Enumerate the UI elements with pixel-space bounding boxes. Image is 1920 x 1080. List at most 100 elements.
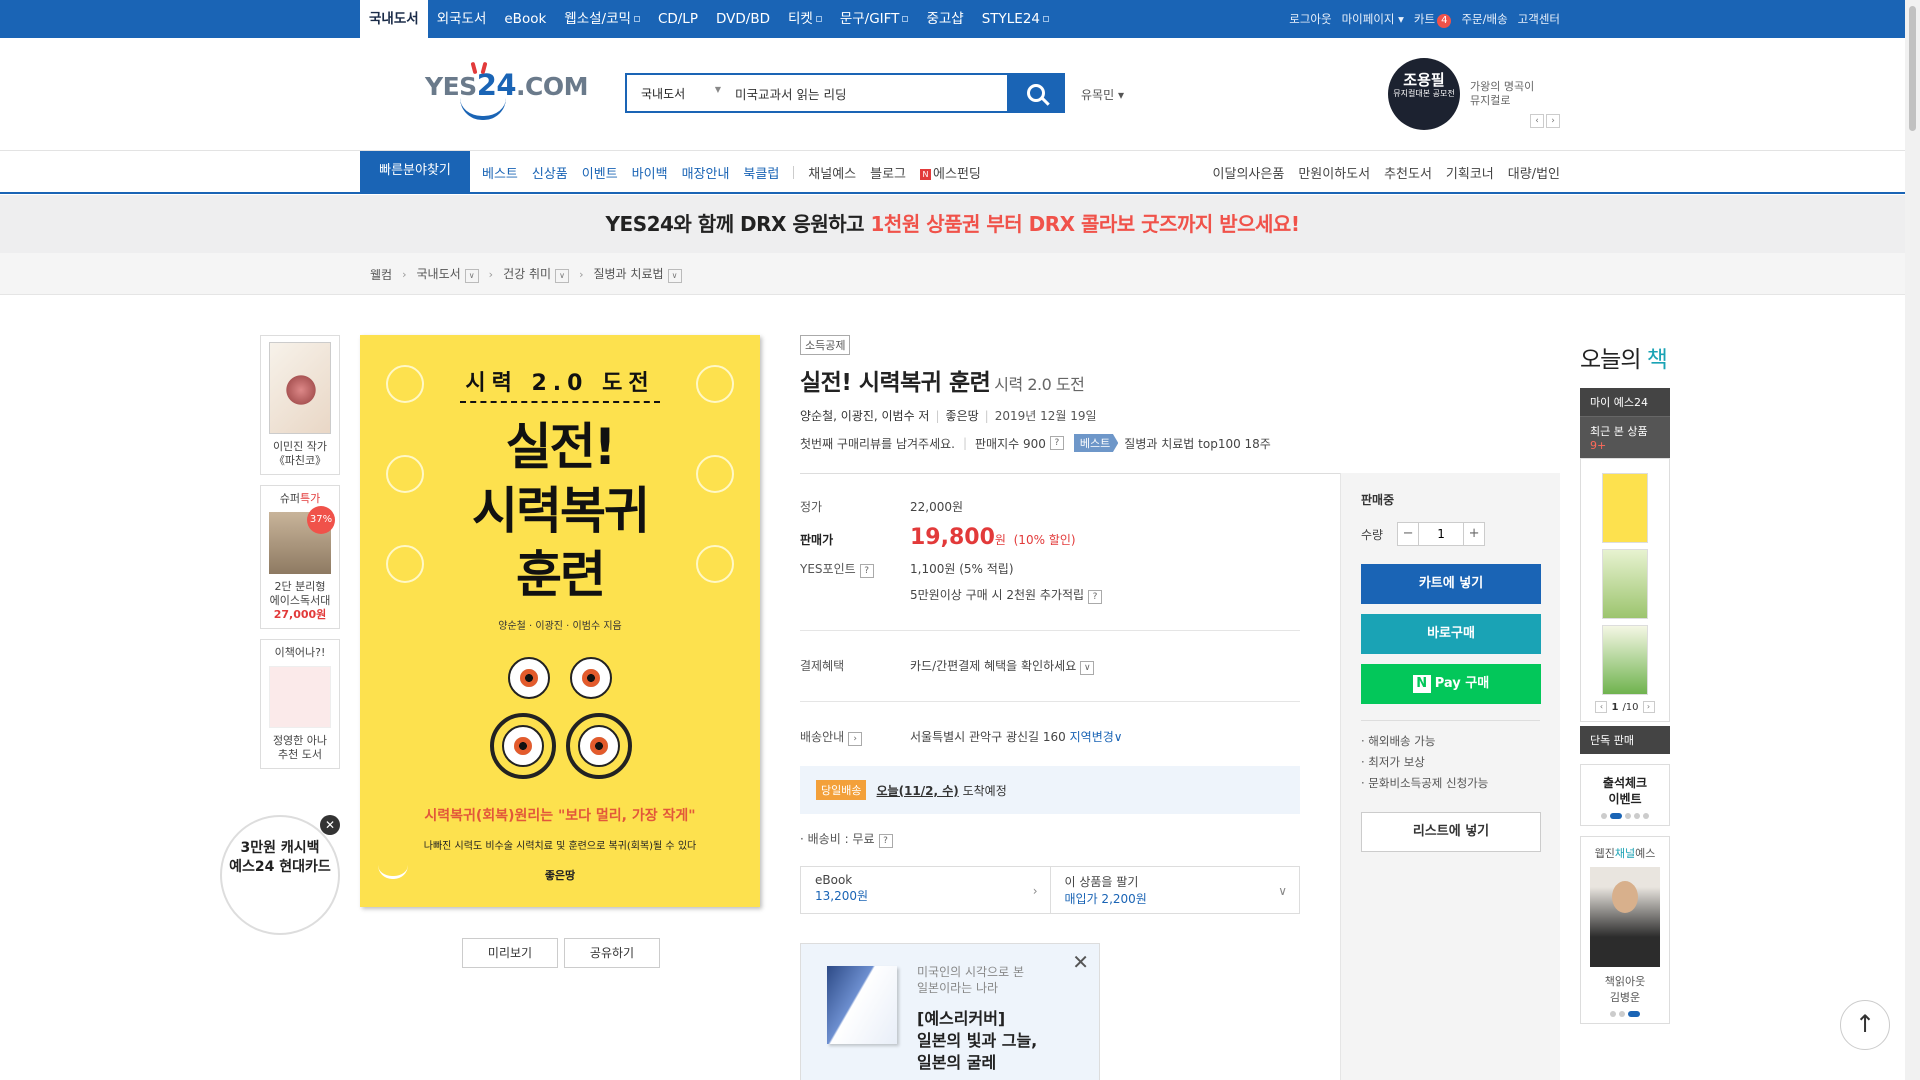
side-card-super-deal[interactable]: 슈퍼특가 37% 2단 분리형 에이스독서대 27,000원 [260, 485, 340, 629]
carousel-dot[interactable] [1634, 813, 1640, 819]
top-nav-cd-lp[interactable]: CD/LP [649, 0, 707, 38]
carousel-dot[interactable] [1601, 813, 1607, 819]
attendance-event-card[interactable]: 출석체크 이벤트 [1580, 764, 1670, 826]
chevron-down-icon[interactable]: ∨ [667, 269, 682, 283]
side-card-recommend[interactable]: 이책어나?! 정영한 아나 추천 도서 [260, 639, 340, 769]
carousel-dot[interactable] [1625, 813, 1631, 819]
top-nav-ticket[interactable]: 티켓 [779, 0, 831, 38]
breadcrumb-korean-books[interactable]: 국내도서 ∨ [417, 265, 479, 283]
help-icon[interactable]: ? [878, 834, 893, 848]
nav-event[interactable]: 이벤트 [582, 163, 618, 182]
cashback-card-ad[interactable]: ✕ 3만원 캐시백 예스24 현대카드 [220, 815, 340, 935]
recent-book-thumb[interactable] [1602, 473, 1648, 543]
page-scrollbar[interactable] [1905, 0, 1920, 1080]
recent-book-thumb[interactable] [1602, 625, 1648, 695]
add-to-cart-button[interactable]: 카트에 넣기 [1361, 564, 1541, 604]
nav-special-corner[interactable]: 기획코너 [1446, 163, 1494, 182]
region-change-link[interactable]: 지역변경 [1070, 730, 1114, 744]
plus-icon[interactable]: + [1464, 523, 1484, 545]
promo-circle-banner[interactable]: 조용필 뮤지컬대본 공모전 [1388, 58, 1460, 130]
webzine-card[interactable]: 웹진채널예스 책읽아웃 김병운 [1580, 836, 1670, 1024]
my-yes24-link[interactable]: 마이 예스24 [1580, 388, 1670, 417]
recent-book-thumb[interactable] [1602, 549, 1648, 619]
quantity-input[interactable] [1418, 523, 1465, 545]
arrival-date[interactable]: 오늘(11/2, 수) [876, 782, 958, 799]
share-button[interactable]: 공유하기 [564, 938, 660, 968]
review-link[interactable]: 첫번째 구매리뷰를 남겨주세요. [800, 435, 955, 452]
chevron-down-icon[interactable]: ∨ [555, 269, 570, 283]
side-card-pachinko[interactable]: 이민진 작가 《파친코》 [260, 335, 340, 475]
scrollbar-thumb[interactable] [1909, 6, 1916, 131]
chevron-right-icon[interactable]: › [848, 732, 863, 746]
breadcrumb-health-hobby[interactable]: 건강 취미 ∨ [503, 265, 570, 283]
customer-center-link[interactable]: 고객센터 [1518, 11, 1560, 27]
top-nav-korean-books[interactable]: 국내도서 [360, 0, 428, 38]
carousel-dot[interactable] [1610, 813, 1622, 819]
breadcrumb-home[interactable]: 웰컴 [370, 266, 392, 283]
carousel-dot[interactable] [1610, 1011, 1616, 1017]
next-arrow-icon[interactable]: › [1546, 114, 1560, 128]
prev-arrow-icon[interactable]: ‹ [1595, 701, 1608, 713]
nav-blog[interactable]: 블로그 [870, 163, 906, 182]
quick-category-button[interactable]: 빠른분야찾기 [360, 151, 470, 194]
todays-book-title[interactable]: 오늘의 책 [1580, 340, 1670, 374]
search-category-select[interactable]: 국내도서 ▼ [627, 85, 735, 102]
nav-recommended[interactable]: 추천도서 [1384, 163, 1432, 182]
nav-gift-of-month[interactable]: 이달의사은품 [1213, 163, 1285, 182]
top-nav-gift[interactable]: 문구/GIFT [831, 0, 918, 38]
nav-buyback[interactable]: 바이백 [632, 163, 668, 182]
top-nav-style24[interactable]: STYLE24 [973, 0, 1058, 38]
user-menu[interactable]: 유목민 ▾ [1081, 86, 1124, 103]
nav-best[interactable]: 베스트 [482, 163, 518, 182]
product-publisher[interactable]: 좋은땅 [946, 409, 979, 423]
benefit-link[interactable]: 카드/간편결제 혜택을 확인하세요 ∨ [910, 657, 1340, 675]
search-input[interactable] [735, 85, 1007, 101]
cart-link[interactable]: 카트 4 [1414, 11, 1452, 28]
event-banner[interactable]: YES24와 함께 DRX 응원하고 1천원 상품권 부터 DRX 콜라보 굿즈… [0, 195, 1905, 253]
mypage-link[interactable]: 마이페이지 ▾ [1342, 11, 1404, 27]
search-button[interactable] [1007, 73, 1065, 113]
help-icon[interactable]: ? [859, 564, 874, 578]
ebook-option[interactable]: eBook 13,200원 › [801, 867, 1050, 913]
add-to-wishlist-button[interactable]: 리스트에 넣기 [1361, 812, 1541, 852]
carousel-dot[interactable] [1643, 813, 1649, 819]
nav-funding[interactable]: N 에스펀딩 [920, 163, 981, 182]
top-nav-webnovel[interactable]: 웹소설/코믹 [555, 0, 649, 38]
product-authors[interactable]: 양순철, 이광진, 이범수 저 [800, 409, 929, 423]
logout-link[interactable]: 로그아웃 [1289, 11, 1331, 27]
help-icon[interactable]: ? [1049, 436, 1064, 450]
top-nav-ebook[interactable]: eBook [495, 0, 555, 38]
next-arrow-icon[interactable]: › [1642, 701, 1655, 713]
top-nav-used-shop[interactable]: 중고샵 [917, 0, 972, 38]
nav-bookclub[interactable]: 북클럽 [743, 163, 779, 182]
minus-icon[interactable]: − [1398, 523, 1418, 545]
naver-pay-button[interactable]: N Pay 구매 [1361, 664, 1541, 704]
buy-now-button[interactable]: 바로구매 [1361, 614, 1541, 654]
book-cover[interactable]: 시력 2.0 도전 실전! 시력복귀 훈련 양순철 · 이광진 · 이범수 지음… [360, 335, 760, 907]
scroll-to-top-button[interactable]: ↑ [1840, 1000, 1890, 1050]
promo-text[interactable]: 가왕의 명곡이 뮤지컬로 [1470, 80, 1534, 108]
best-rank[interactable]: 질병과 치료법 top100 18주 [1124, 435, 1271, 452]
nav-bulk-order[interactable]: 대량/법인 [1508, 163, 1560, 182]
order-link[interactable]: 주문/배송 [1461, 11, 1507, 27]
close-icon[interactable]: ✕ [320, 815, 340, 835]
sell-option[interactable]: 이 상품을 팔기 매입가 2,200원 ∨ [1049, 867, 1300, 913]
chevron-down-icon[interactable]: ∨ [464, 269, 479, 283]
preview-button[interactable]: 미리보기 [462, 938, 558, 968]
carousel-dot[interactable] [1619, 1011, 1625, 1017]
prev-arrow-icon[interactable]: ‹ [1530, 114, 1544, 128]
top-nav-foreign-books[interactable]: 외국도서 [428, 0, 496, 38]
nav-new[interactable]: 신상품 [532, 163, 568, 182]
nav-under-10000[interactable]: 만원이하도서 [1298, 163, 1370, 182]
user-name: 유목민 [1081, 88, 1115, 102]
exclusive-sale-link[interactable]: 단독 판매 [1580, 726, 1670, 754]
help-icon[interactable]: ? [1088, 590, 1103, 604]
nav-channel-yes[interactable]: 채널예스 [808, 163, 856, 182]
yes24-logo[interactable]: YES24.COM [425, 68, 589, 102]
top-nav-dvd-bd[interactable]: DVD/BD [707, 0, 779, 38]
close-icon[interactable]: ✕ [1072, 950, 1089, 974]
carousel-dot[interactable] [1628, 1011, 1640, 1017]
breadcrumb-disease-treatment[interactable]: 질병과 치료법 ∨ [593, 265, 682, 283]
nav-store[interactable]: 매장안내 [682, 163, 730, 182]
recover-ad[interactable]: 미국인의 시각으로 본 일본이라는 나라 [예스리커버] 일본의 빛과 그늘, 일본의… [800, 943, 1100, 1080]
